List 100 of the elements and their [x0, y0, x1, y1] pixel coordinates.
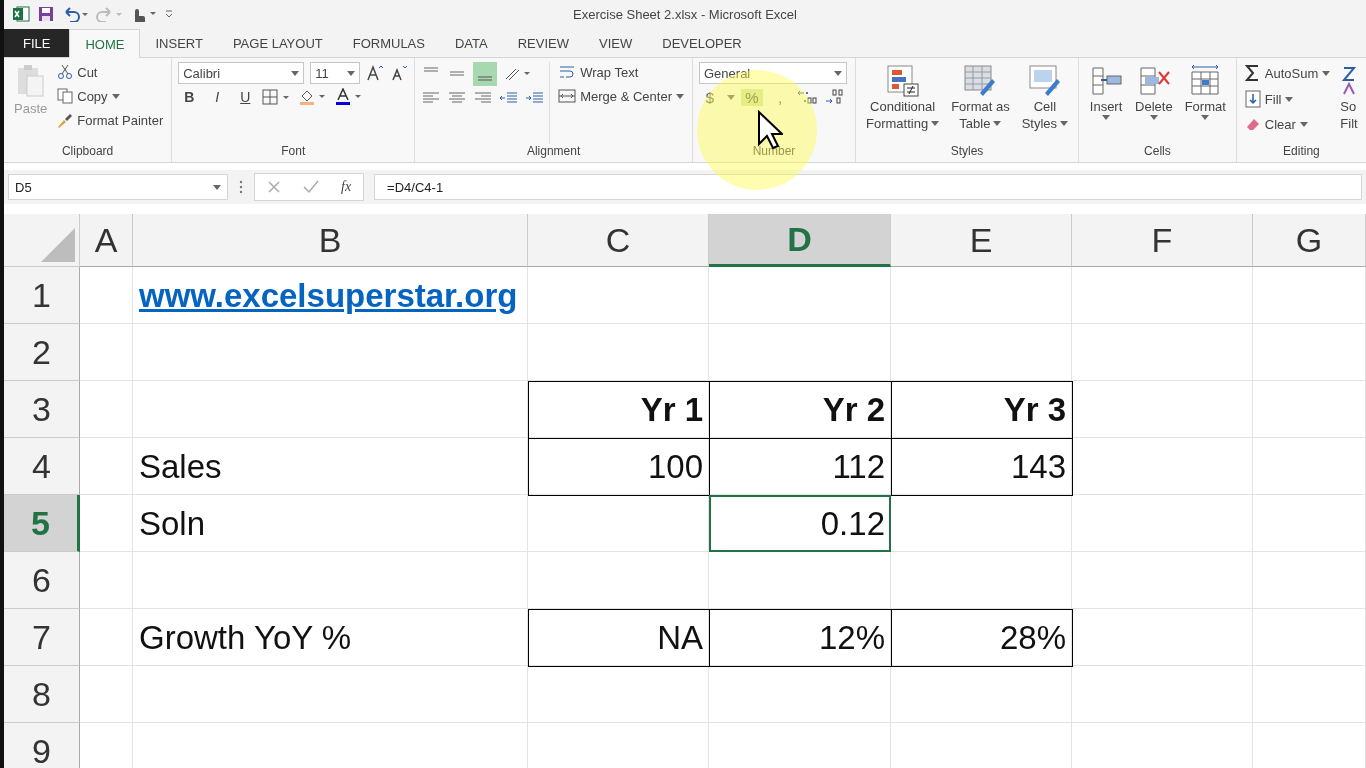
ribbon-tab[interactable]: REVIEW: [502, 30, 584, 57]
format-painter-button[interactable]: Format Painter: [55, 110, 166, 130]
caret-icon: [931, 121, 940, 126]
table-cell: 100: [528, 438, 710, 496]
ribbon-tab[interactable]: HOME: [69, 29, 141, 58]
column-header[interactable]: A: [80, 214, 133, 267]
conditional-format-icon: [885, 64, 920, 98]
group-label: Clipboard: [60, 144, 115, 160]
select-all-icon[interactable]: [41, 228, 75, 262]
insert-function-button[interactable]: fx: [341, 179, 352, 195]
bold-button[interactable]: B: [178, 89, 201, 105]
align-center-icon[interactable]: [447, 90, 468, 106]
scissors-icon: [57, 64, 74, 80]
row-header[interactable]: 4: [4, 438, 80, 495]
customize-icon[interactable]: [164, 8, 174, 20]
group-label: Cells: [1143, 144, 1172, 160]
enter-icon[interactable]: [303, 180, 319, 194]
format-button[interactable]: Format: [1180, 62, 1230, 144]
caret-icon: [676, 93, 684, 99]
grip-icon: [238, 179, 244, 195]
link[interactable]: www.excelsuperstar.org: [133, 267, 528, 324]
group-label: Styles: [949, 144, 985, 160]
row-header[interactable]: 2: [4, 324, 80, 381]
table-cell: Yr 3: [891, 381, 1073, 439]
caret-icon: [1149, 115, 1158, 120]
caret-icon: [834, 70, 842, 76]
autosum-button[interactable]: AutoSum: [1242, 62, 1333, 84]
row-header[interactable]: 3: [4, 381, 80, 438]
table-cell: 0.12: [709, 495, 891, 552]
name-box[interactable]: D5: [8, 174, 228, 200]
number-format-field[interactable]: General: [699, 62, 847, 84]
fill-down-icon: [1244, 90, 1261, 108]
merge-center-button[interactable]: Merge & Center: [556, 86, 686, 106]
window-title: Exercise Sheet 2.xlsx - Microsoft Excel: [573, 7, 797, 22]
group-label: Editing: [1282, 144, 1321, 160]
clear-button[interactable]: Clear: [1242, 114, 1333, 134]
cancel-icon[interactable]: [267, 180, 281, 194]
insert-button[interactable]: Insert: [1085, 62, 1128, 144]
caret-icon: [347, 70, 356, 76]
increase-indent-icon[interactable]: [525, 90, 546, 106]
underline-button[interactable]: U: [234, 89, 257, 105]
column-header[interactable]: G: [1253, 214, 1366, 267]
copy-icon: [57, 88, 74, 104]
table-cell-text: Soln: [138, 503, 207, 544]
column-header[interactable]: B: [133, 214, 528, 267]
ribbon-tab[interactable]: FORMULAS: [337, 30, 440, 57]
ribbon-tab[interactable]: DATA: [439, 30, 503, 57]
column-header[interactable]: E: [891, 214, 1072, 267]
conditional-formatting-button[interactable]: Conditional Formatting: [862, 62, 944, 144]
table-cell: NA: [528, 609, 710, 667]
table-cell: 12%: [709, 609, 892, 667]
undo-icon[interactable]: [62, 6, 88, 22]
row-header[interactable]: 6: [4, 552, 80, 609]
italic-button[interactable]: I: [206, 89, 229, 105]
formula-field[interactable]: =D4/C4-1: [374, 174, 1362, 200]
insert-cells-icon: [1089, 64, 1124, 98]
column-header[interactable]: C: [528, 214, 709, 267]
row-header[interactable]: 5: [4, 495, 80, 552]
caret-icon: [1299, 121, 1308, 127]
wrap-text-button[interactable]: Wrap Text: [556, 62, 686, 82]
table-cell-text: Sales: [138, 446, 223, 487]
cut-button[interactable]: Cut: [55, 62, 166, 82]
caret-icon[interactable]: [727, 94, 735, 100]
ribbon-tab[interactable]: PAGE LAYOUT: [217, 30, 338, 57]
format-as-table-button[interactable]: Format as Table: [947, 62, 1014, 144]
font-name-field[interactable]: Calibri: [178, 62, 305, 84]
shrink-font-icon[interactable]: [390, 64, 409, 82]
caret-icon: [993, 121, 1002, 126]
ribbon-tab[interactable]: DEVELOPER: [647, 30, 757, 57]
row-header[interactable]: 1: [4, 267, 80, 324]
align-bottom-icon[interactable]: [473, 62, 498, 86]
table-cell: 143: [891, 438, 1073, 496]
row-header[interactable]: 9: [4, 723, 80, 768]
ribbon-tab[interactable]: INSERT: [140, 30, 218, 57]
excel-logo-icon: [12, 5, 30, 23]
font-size-field[interactable]: 11: [310, 62, 361, 84]
file-tab[interactable]: FILE: [4, 29, 70, 57]
ribbon-tab[interactable]: VIEW: [584, 30, 648, 57]
column-header[interactable]: D: [709, 214, 891, 267]
sort-filter-button[interactable]: So Filt: [1336, 62, 1365, 144]
redo-icon[interactable]: [96, 6, 122, 22]
delete-button[interactable]: Delete: [1131, 62, 1177, 144]
column-header[interactable]: F: [1072, 214, 1253, 267]
paintbrush-icon: [57, 112, 74, 128]
grow-font-icon[interactable]: [366, 64, 385, 82]
merge-icon: [558, 88, 577, 104]
row-header[interactable]: 8: [4, 666, 80, 723]
increase-decimal-icon[interactable]: [797, 88, 819, 106]
row-header[interactable]: 7: [4, 609, 80, 666]
caret-icon: [213, 184, 221, 190]
align-left-icon[interactable]: [421, 90, 442, 106]
cell-brush-icon: [1027, 64, 1062, 98]
caret-icon: [1201, 115, 1210, 120]
fill-button[interactable]: Fill: [1242, 88, 1333, 110]
decrease-indent-icon[interactable]: [499, 90, 520, 106]
cell-styles-button[interactable]: Cell Styles: [1017, 62, 1073, 144]
align-right-icon[interactable]: [473, 90, 494, 106]
save-icon[interactable]: [38, 6, 54, 22]
copy-button[interactable]: Copy: [55, 86, 166, 106]
wrap-icon: [558, 64, 577, 80]
